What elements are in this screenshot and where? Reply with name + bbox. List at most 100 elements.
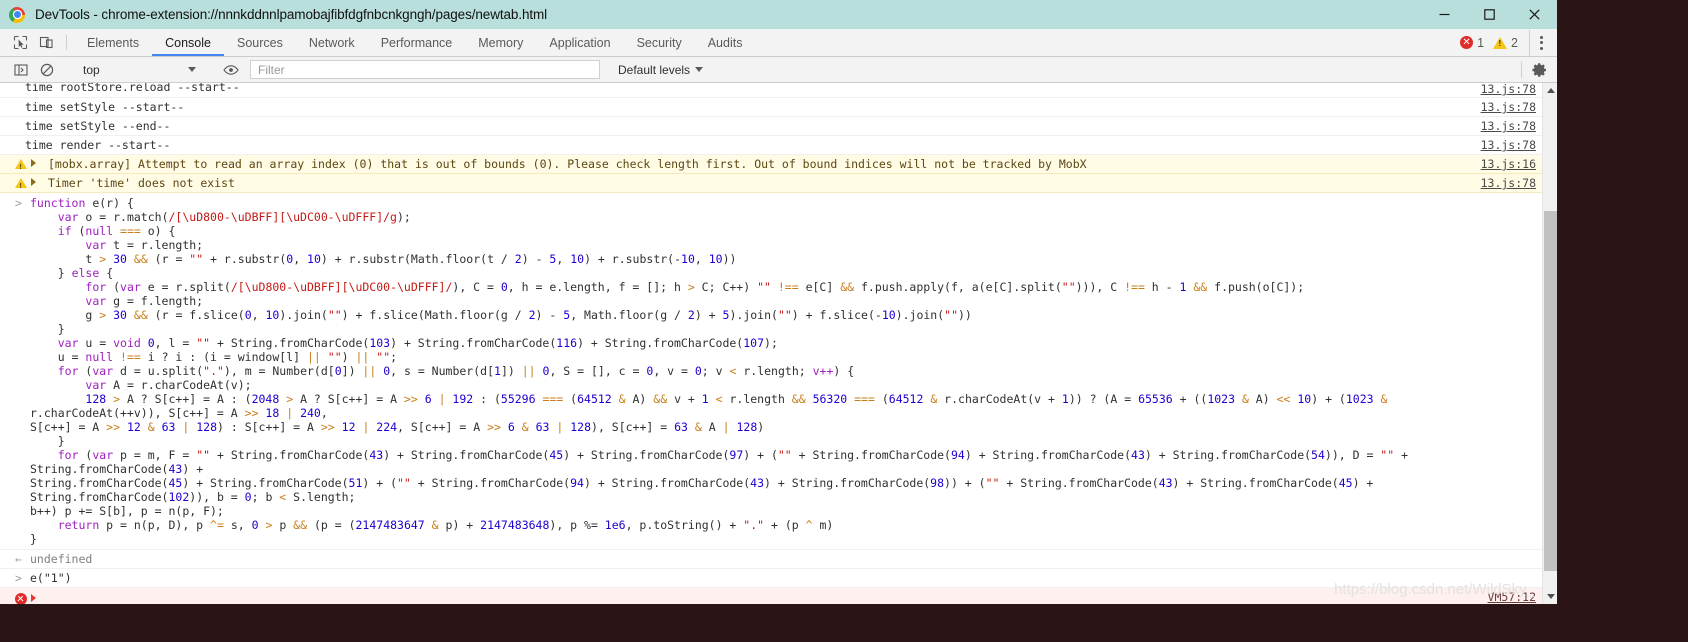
code-token: , h = e.length, f = []; h (507, 280, 688, 294)
code-token: 10 (881, 308, 896, 322)
tab-security[interactable]: Security (624, 29, 695, 56)
expand-arrow-icon[interactable] (31, 178, 36, 186)
tab-elements[interactable]: Elements (74, 29, 152, 56)
code-token: } (30, 434, 65, 448)
scrollbar-thumb[interactable] (1544, 211, 1557, 571)
code-token: | (556, 420, 571, 434)
code-token: && (133, 252, 155, 266)
tab-performance[interactable]: Performance (368, 29, 466, 56)
console-panel[interactable]: time rootStore.reload --start-- 13.js:78… (0, 83, 1557, 604)
code-token: === (542, 392, 571, 406)
code-token: 64512 (577, 392, 619, 406)
console-log-row[interactable]: time setStyle --end-- 13.js:78 (0, 117, 1542, 136)
scroll-down-icon[interactable] (1543, 589, 1557, 604)
tab-memory[interactable]: Memory (465, 29, 536, 56)
code-token: 1023 (1345, 392, 1381, 406)
code-token: > (99, 252, 114, 266)
code-token: 45 (168, 476, 183, 490)
code-token: 94 (950, 448, 965, 462)
console-filter-bar: top Filter Default levels (0, 57, 1557, 83)
code-token: 1023 (1207, 392, 1242, 406)
source-link[interactable]: 13.js:78 (1481, 119, 1536, 133)
source-link[interactable]: 13.js:78 (1481, 138, 1536, 152)
tab-network[interactable]: Network (296, 29, 368, 56)
code-token: /[\uD800-\uDBFF][\uDC00-\uDFFF]/g (168, 210, 397, 224)
source-link[interactable]: 13.js:78 (1481, 176, 1536, 190)
code-token: var (120, 280, 148, 294)
code-token: 10 (570, 252, 585, 266)
console-error-row[interactable]: Uncaught ReferenceError: i is not define… (0, 588, 1542, 604)
expand-arrow-icon[interactable] (31, 159, 36, 167)
clear-console-icon[interactable] (34, 57, 60, 82)
console-code-block-row[interactable]: > function e(r) { var o = r.match(/[\uD8… (0, 193, 1542, 550)
console-input-row[interactable]: > e("1") (0, 569, 1542, 588)
log-levels-select[interactable]: Default levels (618, 63, 704, 77)
settings-gear-icon[interactable] (1521, 61, 1548, 78)
tab-sources[interactable]: Sources (224, 29, 296, 56)
code-token: > (113, 392, 127, 406)
filter-input[interactable]: Filter (250, 60, 600, 79)
close-icon[interactable] (1512, 0, 1557, 29)
console-warning-row[interactable]: [mobx.array] Attempt to read an array in… (0, 155, 1542, 175)
input-prompt-icon: > (15, 571, 22, 585)
source-link[interactable]: VM57:12 (1488, 590, 1536, 604)
code-token: ) + ( (743, 448, 778, 462)
source-link[interactable]: 13.js:78 (1481, 83, 1536, 96)
code-token: (r = (154, 252, 190, 266)
console-log-row[interactable]: time rootStore.reload --start-- 13.js:78 (0, 83, 1542, 98)
live-expression-icon[interactable] (218, 57, 244, 82)
panel-tabs: Elements Console Sources Network Perform… (74, 29, 755, 56)
code-token: 55296 (500, 392, 543, 406)
code-token: >> (106, 420, 127, 434)
device-toolbar-icon[interactable] (33, 29, 59, 56)
tab-audits[interactable]: Audits (695, 29, 756, 56)
code-token: 30 (113, 252, 134, 266)
console-scrollbar[interactable] (1542, 83, 1557, 604)
warning-badge[interactable]: 2 (1493, 36, 1518, 50)
code-line: b++) p += S[b], p = n(p, F); (30, 504, 1462, 518)
tab-console[interactable]: Console (152, 29, 224, 56)
code-token: ; v (701, 364, 730, 378)
execution-context-select[interactable]: top (75, 60, 203, 79)
code-token: e = r.split( (147, 280, 231, 294)
code-token: 94 (570, 476, 584, 490)
warning-message-text: [mobx.array] Attempt to read an array in… (48, 157, 1087, 171)
result-arrow-icon: ← (15, 552, 22, 566)
code-token: ) + r.substr(Math.floor(t / (320, 252, 515, 266)
inspect-element-icon[interactable] (7, 29, 33, 56)
scroll-up-icon[interactable] (1543, 83, 1557, 98)
code-token: + String.fromCharCode( (999, 476, 1159, 490)
console-sidebar-icon[interactable] (8, 57, 34, 82)
code-token: , l = (154, 336, 197, 350)
code-token: t = r.length; (113, 238, 204, 252)
code-token: var (85, 238, 114, 252)
error-badge[interactable]: ✕ 1 (1460, 36, 1484, 50)
more-options-icon[interactable] (1529, 29, 1551, 56)
code-token: s, (230, 518, 252, 532)
code-token: A ? S[c++] = A (300, 392, 404, 406)
code-token: & (694, 420, 709, 434)
code-token: )) (722, 252, 737, 266)
source-link[interactable]: 13.js:16 (1481, 157, 1536, 171)
code-token: > (687, 280, 702, 294)
expand-arrow-icon[interactable] (31, 594, 36, 602)
console-warning-row[interactable]: Timer 'time' does not exist 13.js:78 (0, 174, 1542, 194)
toolbar-divider (66, 35, 67, 50)
console-log-row[interactable]: time setStyle --start-- 13.js:78 (0, 98, 1542, 117)
code-token: p) + (445, 518, 481, 532)
code-token: /[\uD800-\uDBFF][\uDC00-\uDFFF]/ (230, 280, 453, 294)
code-token: || (355, 350, 377, 364)
console-log-row[interactable]: time render --start-- 13.js:78 (0, 136, 1542, 155)
tab-application[interactable]: Application (536, 29, 623, 56)
source-link[interactable]: 13.js:78 (1481, 100, 1536, 114)
code-token: 102 (168, 490, 190, 504)
code-token: 0 (251, 518, 266, 532)
console-result-row[interactable]: ← undefined (0, 550, 1542, 569)
minimize-icon[interactable] (1422, 0, 1467, 29)
maximize-icon[interactable] (1467, 0, 1512, 29)
code-token: ).join( (729, 308, 778, 322)
code-token: ; b (251, 490, 280, 504)
code-token: || (306, 350, 328, 364)
code-token: + String.fromCharCode( (210, 448, 370, 462)
